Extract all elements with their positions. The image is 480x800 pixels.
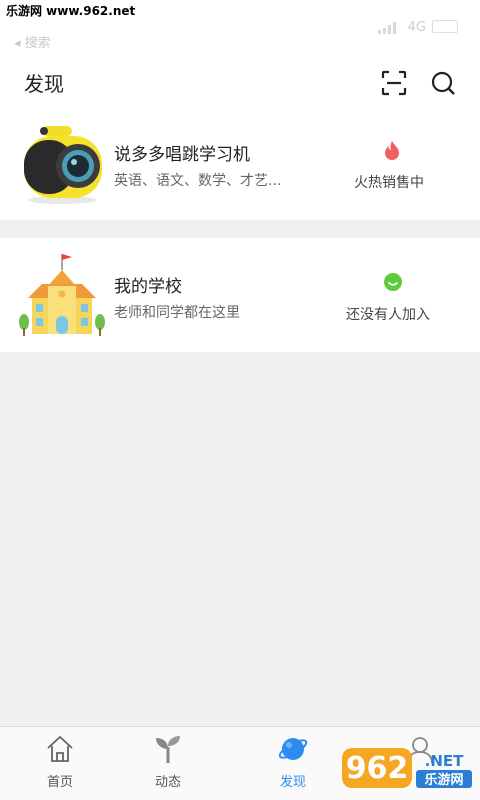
tab-label: 动态 — [154, 775, 181, 790]
tab-activity[interactable]: 动态 — [108, 727, 228, 800]
card-status: 火热销售中 — [354, 175, 424, 191]
sprout-icon — [156, 736, 180, 763]
battery-icon — [432, 20, 458, 33]
page-header: 发现 — [0, 56, 480, 106]
card-title: 说多多唱跳学习机 — [114, 145, 250, 165]
card-status: 还没有人加入 — [346, 307, 430, 323]
smile-icon — [384, 273, 402, 291]
logo-number: 962 — [346, 751, 409, 786]
card-subtitle: 老师和同学都在这里 — [114, 305, 240, 321]
back-to-search-link[interactable]: ◂ 搜索 — [14, 32, 51, 51]
tab-discover[interactable]: 发现 — [233, 727, 353, 800]
school-image — [19, 254, 105, 336]
page-title: 发现 — [24, 72, 64, 96]
learning-machine-image — [24, 126, 102, 204]
tab-label: 首页 — [46, 775, 73, 790]
fire-icon — [385, 141, 399, 160]
watermark-text: 乐游网 www.962.net — [0, 0, 142, 22]
home-icon — [47, 735, 73, 762]
discover-card-my-school[interactable]: 我的学校 老师和同学都在这里 还没有人加入 — [0, 238, 480, 352]
discover-card-learning-machine[interactable]: 说多多唱跳学习机 英语、语文、数学、才艺... 火热销售中 — [0, 106, 480, 220]
status-bar: 乐游网 www.962.net ◂ 搜索 4G — [0, 0, 480, 56]
card-title: 我的学校 — [114, 277, 182, 297]
signal-icon — [378, 22, 396, 34]
network-type: 4G — [407, 20, 426, 35]
planet-icon — [278, 738, 308, 760]
card-subtitle: 英语、语文、数学、才艺... — [114, 173, 282, 189]
logo-chinese: 乐游网 — [424, 772, 463, 788]
scan-icon[interactable] — [381, 70, 407, 96]
tab-home[interactable]: 首页 — [0, 727, 120, 800]
tab-label: 发现 — [279, 775, 306, 790]
watermark-logo: 962 .NET 乐游网 — [342, 748, 472, 788]
logo-suffix: .NET — [425, 752, 464, 770]
search-icon[interactable] — [430, 70, 456, 96]
